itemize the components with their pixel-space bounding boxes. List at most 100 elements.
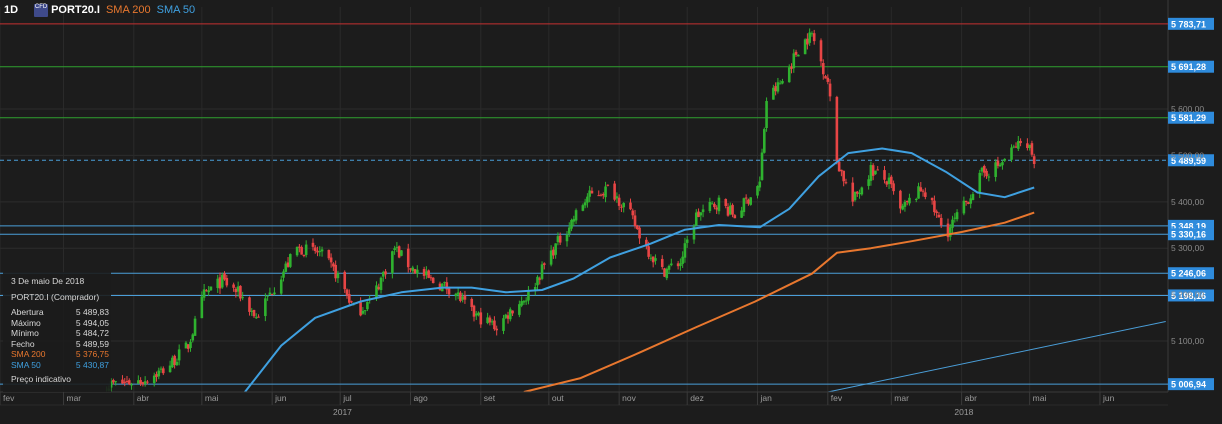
candle-body — [803, 39, 807, 55]
candle-body — [479, 312, 483, 325]
symbol-label[interactable]: PORT20.I — [51, 4, 100, 16]
candle-body — [477, 312, 480, 316]
candle-body — [821, 62, 825, 75]
candle-body — [826, 77, 830, 82]
x-month-label: jun — [274, 393, 287, 403]
candle-body — [461, 296, 464, 300]
candle-body — [456, 292, 460, 295]
info-sma50-value: 5 430,87 — [75, 359, 109, 370]
timeframe-label[interactable]: 1D — [4, 4, 18, 16]
candle-body — [905, 200, 909, 202]
candle-body — [252, 309, 256, 317]
candle-body — [622, 203, 625, 208]
candle-body — [781, 81, 784, 84]
candle-body — [1032, 156, 1036, 165]
candle-body — [679, 263, 682, 266]
candle-body — [765, 101, 768, 129]
candle-body — [812, 33, 816, 42]
candle-body — [400, 250, 403, 256]
x-month-label: ago — [414, 393, 428, 403]
candle-body — [286, 262, 290, 267]
candle-body — [853, 191, 857, 201]
candle-body — [724, 199, 728, 207]
candle-body — [953, 217, 957, 219]
chart[interactable]: 5 783,715 691,285 581,295 489,595 348,19… — [0, 0, 1222, 424]
y-tick-label: 5 400,00 — [1171, 197, 1204, 207]
candle-body — [363, 310, 367, 312]
candle-body — [558, 235, 562, 243]
candle-body — [948, 227, 952, 237]
candle-body — [631, 210, 635, 216]
candle-body — [994, 162, 997, 177]
y-tick-label: 5 500,00 — [1171, 150, 1204, 160]
candle-body — [871, 165, 875, 176]
candle-body — [939, 217, 943, 226]
price-level-label: 5 581,29 — [1171, 113, 1206, 123]
candle-body — [985, 170, 988, 177]
y-tick-label: 5 200,00 — [1171, 290, 1204, 300]
info-high-value: 5 494,05 — [75, 317, 109, 328]
candle-body — [189, 341, 192, 348]
candle-body — [933, 200, 936, 213]
candle-body — [790, 66, 793, 69]
candle-body — [1019, 140, 1022, 144]
candle-body — [266, 295, 269, 297]
candle-body — [955, 212, 959, 220]
candle-body — [744, 197, 748, 199]
candle-body — [917, 186, 920, 199]
candle-body — [708, 201, 712, 212]
candle-body — [223, 273, 226, 280]
candle-body — [617, 197, 621, 206]
candle-body — [171, 357, 174, 368]
sma50-legend[interactable]: SMA 50 — [157, 4, 196, 16]
candle-body — [343, 271, 347, 290]
y-tick-label: 5 300,00 — [1171, 243, 1204, 253]
candle-body — [216, 278, 220, 288]
candle-body — [381, 272, 385, 277]
candle-body — [520, 301, 523, 306]
sma200-legend[interactable]: SMA 200 — [106, 4, 151, 16]
candle-body — [740, 210, 743, 218]
info-open-row: Abertura 5 489,83 — [11, 307, 111, 318]
candle-body — [184, 342, 188, 349]
candle-body — [697, 211, 700, 217]
candle-body — [588, 190, 591, 197]
candle-body — [930, 197, 934, 201]
candle-body — [899, 190, 902, 209]
candle-body — [121, 379, 124, 384]
candle-body — [282, 271, 285, 278]
candle-body — [996, 160, 1000, 166]
candle-body — [470, 298, 474, 308]
candle-body — [146, 381, 149, 383]
candle-body — [127, 380, 131, 385]
candle-body — [527, 290, 530, 301]
candle-body — [670, 263, 673, 266]
candle-body — [554, 243, 557, 255]
candle-body — [876, 169, 880, 171]
candle-body — [486, 317, 489, 324]
candle-body — [375, 285, 378, 298]
candle-body — [855, 191, 859, 194]
x-month-label: set — [484, 393, 496, 403]
info-sma50-label: SMA 50 — [11, 359, 41, 370]
candle-body — [599, 194, 603, 196]
candle-body — [506, 315, 510, 319]
x-month-label: jul — [342, 393, 352, 403]
info-instrument: PORT20.I (Comprador) — [11, 291, 100, 302]
candle-body — [964, 200, 968, 203]
candle-body — [787, 67, 791, 83]
candle-body — [524, 300, 528, 302]
candle-body — [143, 381, 147, 384]
candle-body — [649, 257, 653, 259]
candle-body — [903, 201, 907, 207]
candle-body — [427, 270, 430, 278]
candle-body — [270, 294, 274, 296]
candle-body — [565, 234, 569, 242]
candle-body — [1003, 158, 1007, 161]
x-year-label: 2017 — [333, 407, 352, 417]
candle-body — [581, 205, 585, 211]
candle-body — [606, 184, 610, 186]
candle-body — [967, 202, 970, 204]
candle-body — [819, 40, 823, 62]
price-level-label: 5 330,16 — [1171, 230, 1206, 240]
